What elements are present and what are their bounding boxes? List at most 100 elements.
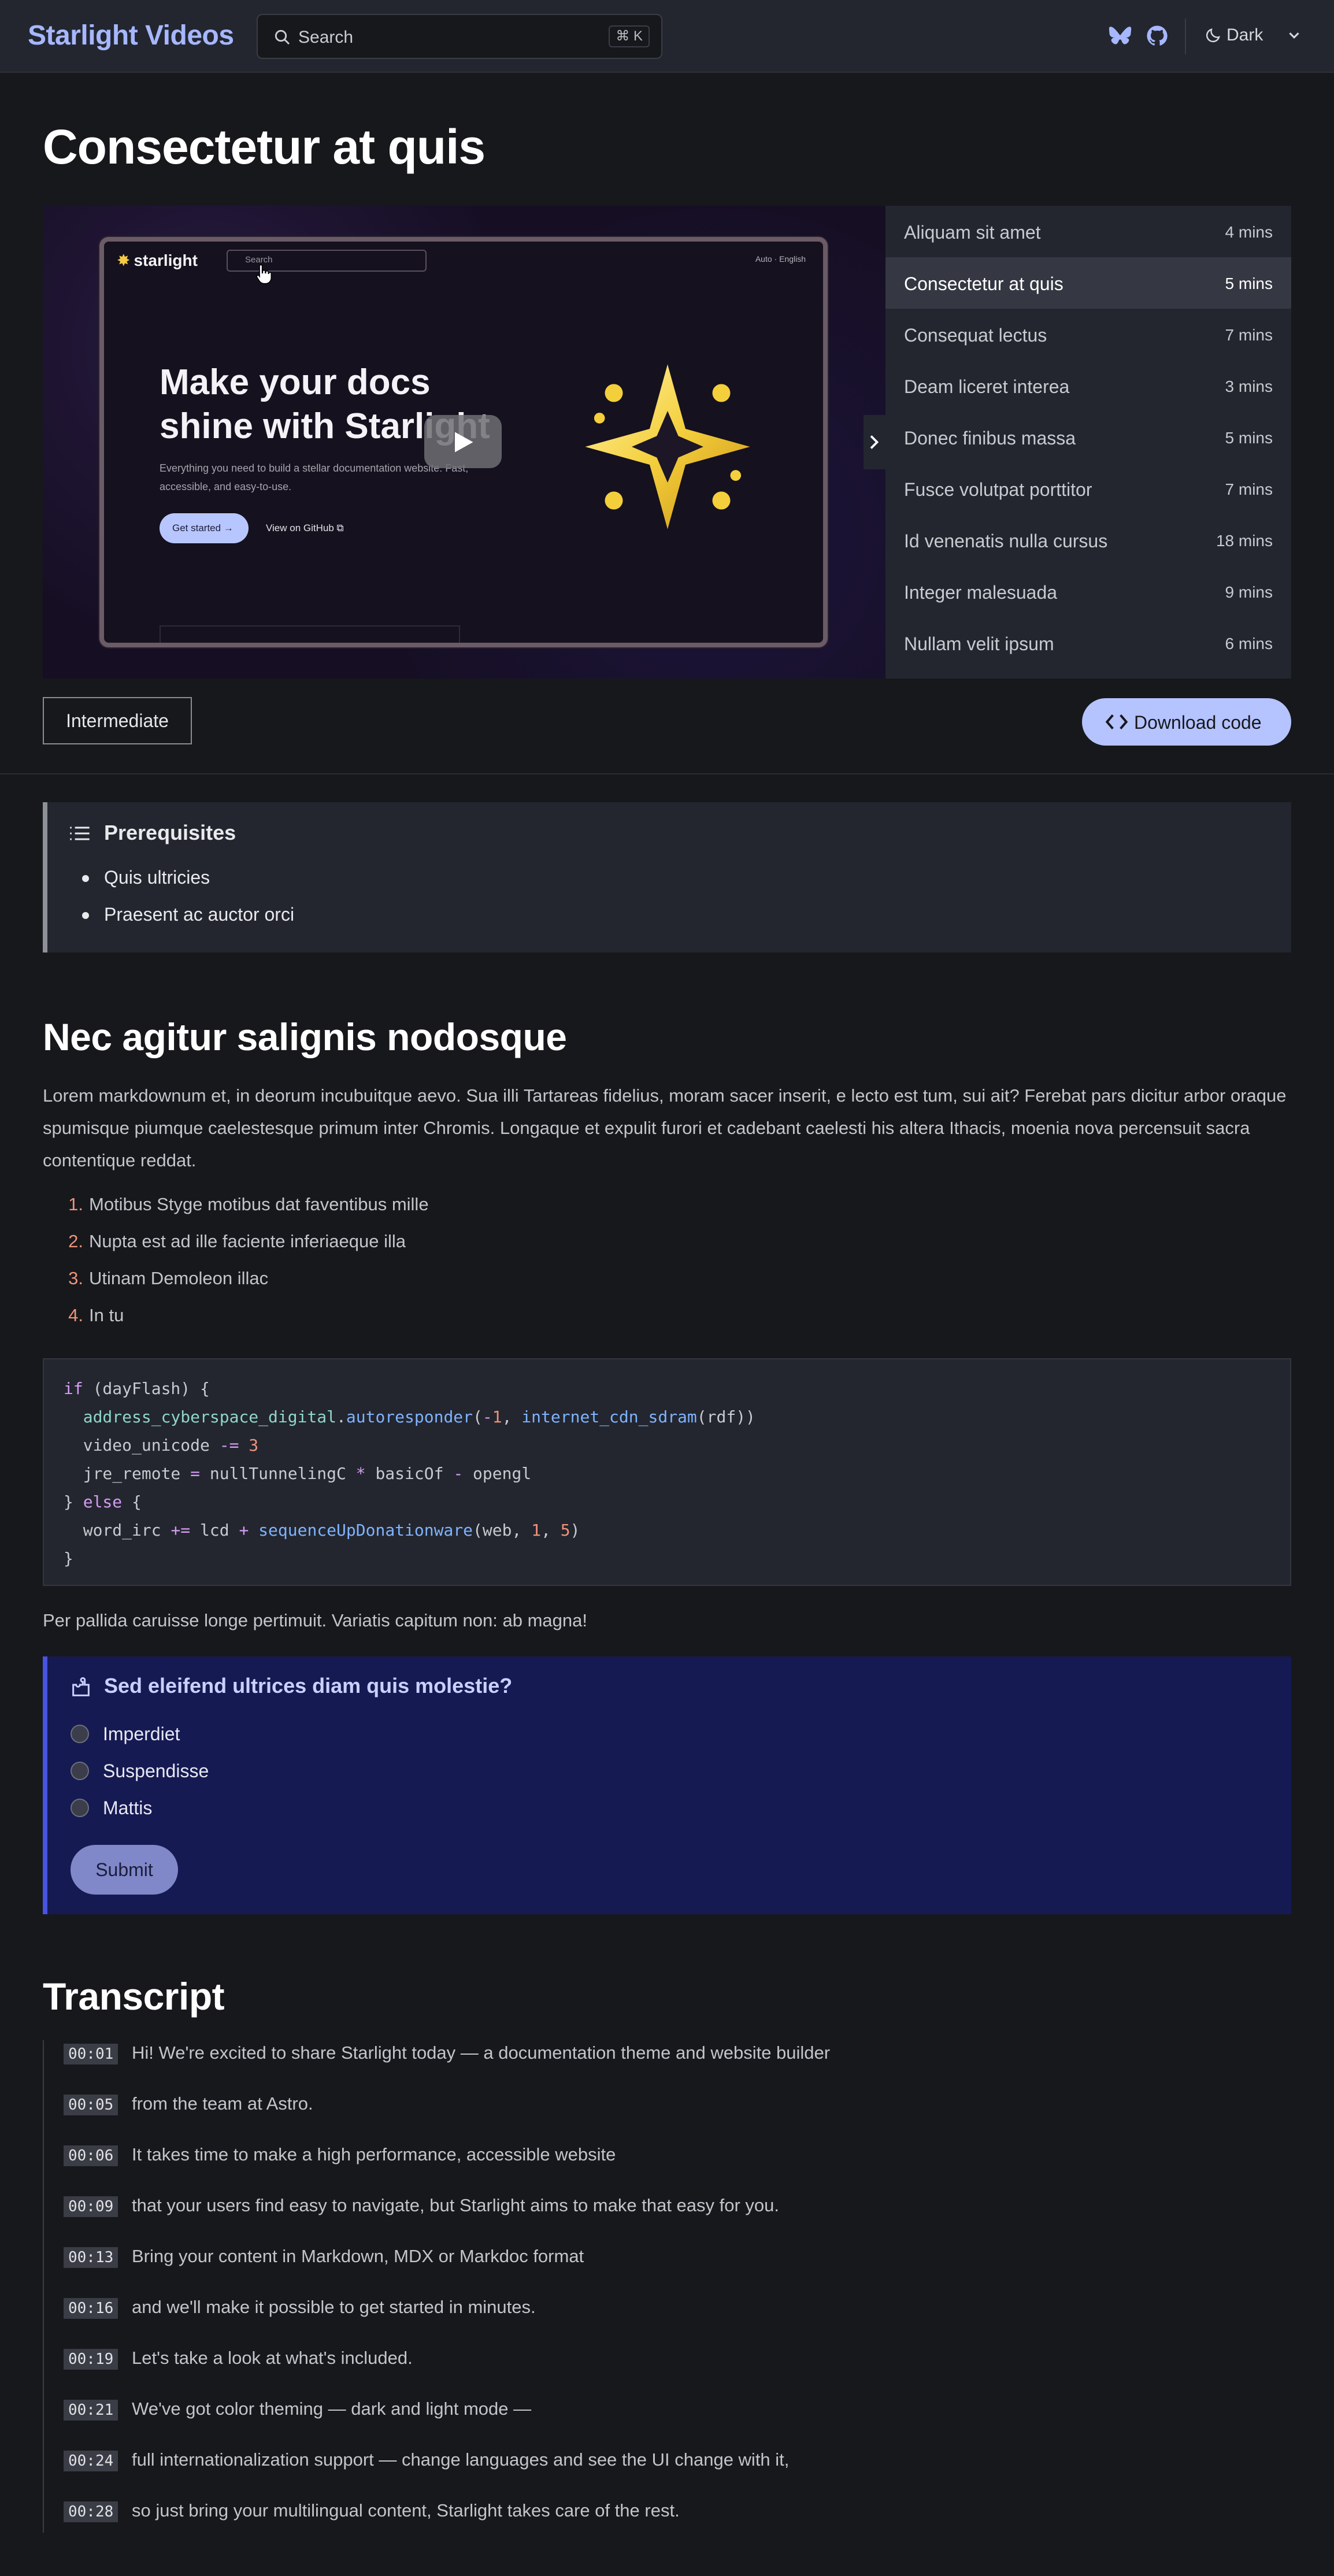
code-block[interactable]: if (dayFlash) { address_cyberspace_digit… bbox=[43, 1358, 1291, 1586]
chapter-name: Deam liceret interea bbox=[904, 376, 1070, 397]
radio-button[interactable] bbox=[71, 1725, 89, 1743]
timestamp-badge[interactable]: 00:06 bbox=[64, 2145, 118, 2166]
video-player[interactable]: ✸ starlight Search Auto · English Make yo… bbox=[43, 206, 885, 679]
chapter-duration: 6 mins bbox=[1225, 635, 1273, 653]
list-icon bbox=[70, 826, 90, 840]
transcript-list: 00:01 Hi! We're excited to share Starlig… bbox=[43, 2040, 1291, 2533]
chevron-down-icon bbox=[1289, 32, 1299, 39]
timestamp-badge[interactable]: 00:05 bbox=[64, 2095, 118, 2115]
github-icon[interactable] bbox=[1146, 24, 1169, 47]
timestamp-badge[interactable]: 00:09 bbox=[64, 2196, 118, 2217]
search-input[interactable]: Search ⌘ K bbox=[257, 14, 662, 59]
code-content: if (dayFlash) { address_cyberspace_digit… bbox=[64, 1379, 755, 1568]
chapter-item[interactable]: Donec finibus massa 5 mins bbox=[885, 412, 1291, 463]
chapter-duration: 4 mins bbox=[1225, 223, 1273, 241]
transcript-text: It takes time to make a high performance… bbox=[132, 2144, 616, 2164]
puzzle-icon bbox=[72, 1677, 90, 1696]
radio-button[interactable] bbox=[71, 1762, 89, 1780]
chapter-name: Fusce volutpat porttitor bbox=[904, 479, 1092, 500]
chapters-toggle-button[interactable] bbox=[864, 415, 885, 469]
radio-button[interactable] bbox=[71, 1799, 89, 1817]
search-icon bbox=[275, 29, 290, 45]
theme-label: Dark bbox=[1226, 25, 1263, 45]
chapter-duration: 5 mins bbox=[1225, 429, 1273, 447]
theme-select[interactable]: Dark bbox=[1205, 23, 1309, 50]
download-code-button[interactable]: Download code bbox=[1082, 698, 1291, 746]
chapter-name: Aliquam sit amet bbox=[904, 222, 1041, 243]
quiz-option-label: Suspendisse bbox=[103, 1760, 209, 1781]
chapter-item[interactable]: Fusce volutpat porttitor 7 mins bbox=[885, 463, 1291, 514]
chapter-item[interactable]: Aliquam sit amet 4 mins bbox=[885, 206, 1291, 257]
chapter-item[interactable]: Deam liceret interea 3 mins bbox=[885, 360, 1291, 412]
chapter-item[interactable]: Nullam velit ipsum 6 mins bbox=[885, 617, 1291, 669]
hand-cursor-icon bbox=[256, 264, 272, 284]
chapter-item[interactable]: Id venenatis nulla cursus 18 mins bbox=[885, 514, 1291, 566]
header-divider bbox=[1185, 18, 1186, 54]
screen-nav-right: Auto · English bbox=[755, 254, 806, 264]
ordered-list: 1. Motibus Styge motibus dat faventibus m… bbox=[43, 1194, 428, 1342]
quiz-option-label: Imperdiet bbox=[103, 1723, 180, 1744]
site-header: Starlight Videos Search ⌘ K Dark bbox=[0, 0, 1334, 73]
list-item: 2. Nupta est ad ille faciente inferiaeque… bbox=[68, 1231, 406, 1251]
chapter-duration: 9 mins bbox=[1225, 583, 1273, 601]
list-item: 3. Utinam Demoleon illac bbox=[68, 1268, 269, 1288]
chapter-duration: 5 mins bbox=[1225, 275, 1273, 292]
chapter-item-active[interactable]: Consectetur at quis 5 mins bbox=[885, 257, 1291, 309]
timestamp-badge[interactable]: 00:21 bbox=[64, 2400, 118, 2421]
transcript-text: that your users find easy to navigate, b… bbox=[132, 2195, 780, 2215]
prerequisites-list: Quis ultricies Praesent ac auctor orci bbox=[81, 867, 294, 941]
after-code-paragraph: Per pallida caruisse longe pertimuit. Va… bbox=[43, 1610, 587, 1630]
transcript-heading: Transcript bbox=[43, 1975, 225, 2018]
screen-bottom-bar bbox=[160, 625, 460, 643]
moon-icon bbox=[1206, 28, 1220, 43]
download-code-label: Download code bbox=[1134, 712, 1262, 733]
transcript-text: We've got color theming — dark and light… bbox=[132, 2399, 532, 2419]
prerequisites-title: Prerequisites bbox=[104, 821, 236, 844]
quiz-option-label: Mattis bbox=[103, 1797, 153, 1818]
chapter-duration: 18 mins bbox=[1216, 532, 1273, 550]
timestamp-badge[interactable]: 00:16 bbox=[64, 2298, 118, 2319]
bluesky-icon[interactable] bbox=[1109, 24, 1132, 47]
chapter-name: Donec finibus massa bbox=[904, 428, 1076, 449]
chapter-item[interactable]: Integer malesuada 9 mins bbox=[885, 566, 1291, 617]
chapter-duration: 7 mins bbox=[1225, 326, 1273, 344]
prerequisite-item: Quis ultricies bbox=[81, 867, 294, 904]
chapter-item[interactable]: Consequat lectus 7 mins bbox=[885, 309, 1291, 360]
prerequisite-item: Praesent ac auctor orci bbox=[81, 904, 294, 941]
transcript-text: Bring your content in Markdown, MDX or M… bbox=[132, 2246, 584, 2266]
quiz-question: Sed eleifend ultrices diam quis molestie… bbox=[104, 1674, 513, 1697]
chapter-name: Id venenatis nulla cursus bbox=[904, 531, 1108, 551]
transcript-text: Hi! We're excited to share Starlight tod… bbox=[132, 2043, 831, 2063]
transcript-text: from the team at Astro. bbox=[132, 2093, 313, 2114]
chapter-list: Aliquam sit amet 4 mins Consectetur at q… bbox=[885, 206, 1291, 679]
list-item: 4. In tu bbox=[68, 1305, 124, 1325]
quiz-box: Sed eleifend ultrices diam quis molestie… bbox=[43, 1656, 1291, 1914]
timestamp-badge[interactable]: 00:24 bbox=[64, 2451, 118, 2471]
section-divider bbox=[0, 773, 1334, 774]
code-icon bbox=[1105, 714, 1128, 729]
chapter-duration: 7 mins bbox=[1225, 480, 1273, 498]
chapter-name: Integer malesuada bbox=[904, 582, 1058, 603]
site-title[interactable]: Starlight Videos bbox=[28, 20, 234, 51]
screen-cta-primary: Get started → bbox=[160, 513, 249, 543]
search-placeholder: Search bbox=[298, 28, 354, 47]
transcript-text: Let's take a look at what's included. bbox=[132, 2348, 413, 2368]
prerequisites-box: Prerequisites Quis ultricies Praesent ac… bbox=[43, 802, 1291, 952]
chapter-name: Consequat lectus bbox=[904, 325, 1047, 346]
timestamp-badge[interactable]: 00:19 bbox=[64, 2349, 118, 2370]
submit-button[interactable]: Submit bbox=[71, 1845, 178, 1895]
level-badge: Intermediate bbox=[43, 697, 192, 744]
chapter-name: Nullam velit ipsum bbox=[904, 633, 1054, 654]
timestamp-badge[interactable]: 00:28 bbox=[64, 2501, 118, 2522]
starlight-star-graphic bbox=[585, 364, 750, 529]
chevron-right-icon bbox=[870, 435, 879, 449]
search-shortcut: ⌘ K bbox=[609, 25, 650, 47]
timestamp-badge[interactable]: 00:01 bbox=[64, 2044, 118, 2064]
timestamp-badge[interactable]: 00:13 bbox=[64, 2247, 118, 2268]
play-button[interactable] bbox=[424, 415, 502, 468]
starlight-logo: ✸ starlight bbox=[117, 251, 198, 269]
section-heading: Nec agitur salignis nodosque bbox=[43, 1015, 567, 1058]
page-title: Consectetur at quis bbox=[43, 120, 486, 174]
chapter-duration: 3 mins bbox=[1225, 377, 1273, 395]
screen-cta-secondary: View on GitHub ⧉ bbox=[266, 522, 344, 533]
